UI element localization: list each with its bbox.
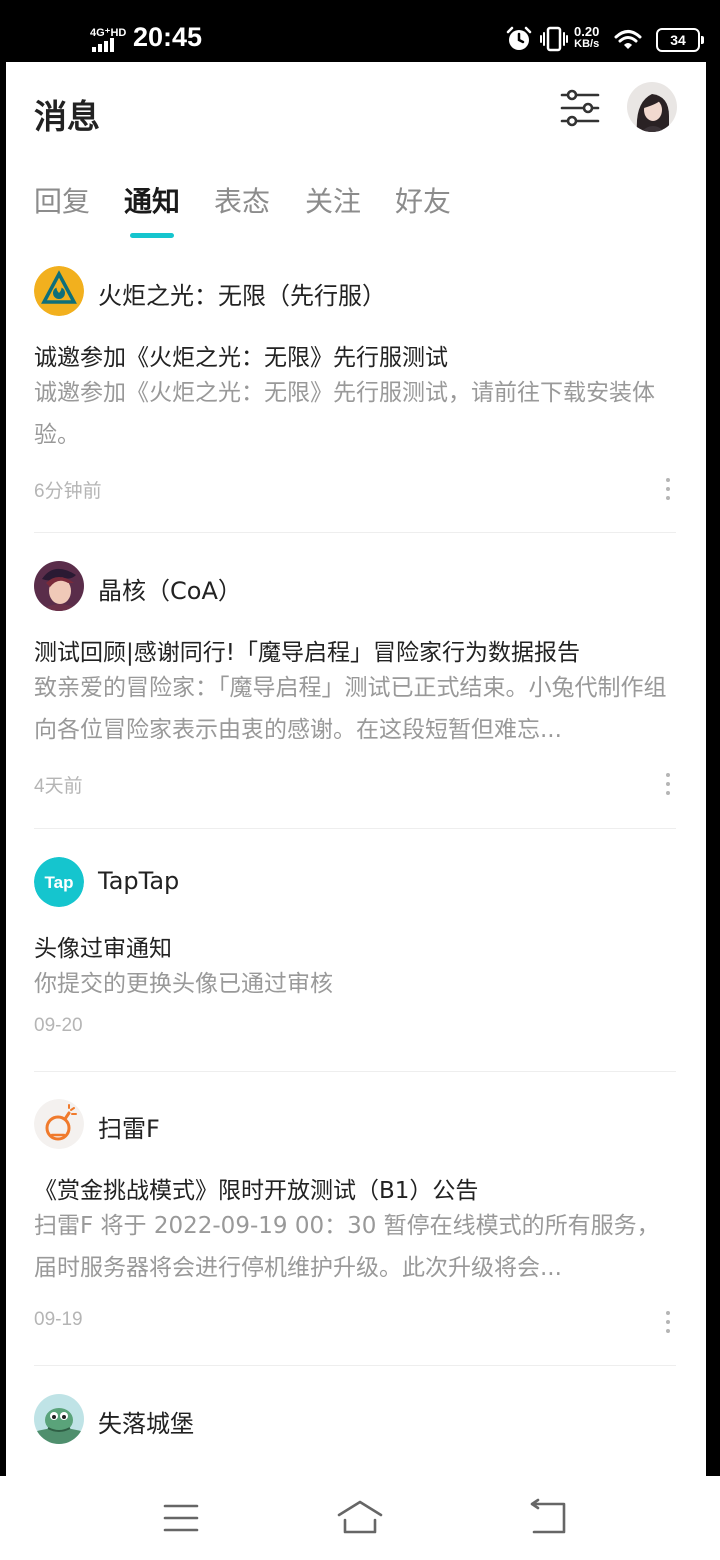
active-tab-indicator <box>130 233 174 238</box>
torchlight-game-icon <box>34 266 84 316</box>
svg-text:Tap: Tap <box>45 873 74 892</box>
status-time: 20:45 <box>133 22 203 52</box>
user-avatar[interactable] <box>627 82 677 132</box>
notification-title: 诚邀参加《火炬之光：无限》先行服测试 <box>34 345 448 371</box>
taptap-logo-icon: Tap <box>34 857 84 907</box>
sender-name: 火炬之光：无限（先行服） <box>98 282 386 310</box>
notification-item[interactable]: Tap TapTap 头像过审通知 你提交的更换头像已通过审核 09-20 <box>34 857 676 1072</box>
sender-name: 晶核（CoA） <box>98 577 242 605</box>
system-nav-bar <box>0 1476 720 1560</box>
tab-notifications[interactable]: 通知 <box>124 180 180 220</box>
notification-item[interactable]: 失落城堡 <box>34 1394 676 1476</box>
tab-replies[interactable]: 回复 <box>34 180 90 220</box>
notification-item[interactable]: 扫雷F 《赏金挑战模式》限时开放测试（B1）公告 扫雷F 将于 2022-09-… <box>34 1099 676 1366</box>
page-title: 消息 <box>34 97 100 136</box>
divider <box>34 1071 676 1072</box>
tab-reactions[interactable]: 表态 <box>214 180 270 220</box>
menu-icon[interactable] <box>156 1498 206 1538</box>
coa-game-icon <box>34 561 84 611</box>
tab-following[interactable]: 关注 <box>305 180 361 220</box>
divider <box>34 1365 676 1366</box>
notification-title: 测试回顾|感谢同行!「魔导启程」冒险家行为数据报告 <box>34 640 580 666</box>
battery-indicator: 34 <box>656 28 704 52</box>
notification-item[interactable]: 火炬之光：无限（先行服） 诚邀参加《火炬之光：无限》先行服测试 诚邀参加《火炬之… <box>34 266 676 533</box>
tab-friends[interactable]: 好友 <box>395 180 451 220</box>
notification-time: 6分钟前 <box>34 481 102 502</box>
notification-body: 你提交的更换头像已通过审核 <box>34 971 333 997</box>
notification-time: 09-19 <box>34 1309 83 1330</box>
sliders-icon[interactable] <box>558 88 602 128</box>
lost-castle-game-icon <box>34 1394 84 1444</box>
notification-item[interactable]: 晶核（CoA） 测试回顾|感谢同行!「魔导启程」冒险家行为数据报告 致亲爱的冒险… <box>34 561 676 829</box>
sender-name: 扫雷F <box>98 1115 160 1143</box>
alarm-icon <box>506 26 532 50</box>
messages-page: 消息 回复 通知 表态 关注 好友 火炬之光：无限（先行服） 诚邀参加《火炬之光… <box>6 62 706 1476</box>
sender-name: 失落城堡 <box>98 1410 194 1438</box>
notification-time: 4天前 <box>34 776 83 797</box>
divider <box>34 828 676 829</box>
notification-title: 头像过审通知 <box>34 936 172 962</box>
network-type: 4G⁺HD <box>90 27 127 39</box>
sender-name: TapTap <box>98 867 180 895</box>
notification-body: 诚邀参加《火炬之光：无限》先行服测试，请前往下载安装体验。 <box>34 380 655 448</box>
network-speed: 0.20 KB/s <box>574 24 600 50</box>
more-options-icon[interactable] <box>664 773 672 797</box>
divider <box>34 532 676 533</box>
home-icon[interactable] <box>335 1498 385 1538</box>
vibrate-icon <box>540 26 568 52</box>
notification-title: 《赏金挑战模式》限时开放测试（B1）公告 <box>34 1178 479 1204</box>
more-options-icon[interactable] <box>664 1311 672 1335</box>
minesweeper-bomb-icon <box>34 1099 84 1149</box>
back-icon[interactable] <box>524 1498 574 1538</box>
more-options-icon[interactable] <box>664 478 672 502</box>
notification-time: 09-20 <box>34 1015 83 1036</box>
notification-body: 扫雷F 将于 2022-09-19 00：30 暂停在线模式的所有服务，届时服务… <box>34 1213 660 1281</box>
wifi-icon <box>614 30 642 49</box>
notification-body: 致亲爱的冒险家：「魔导启程」测试已正式结束。小兔代制作组向各位冒险家表示由衷的感… <box>34 675 667 743</box>
